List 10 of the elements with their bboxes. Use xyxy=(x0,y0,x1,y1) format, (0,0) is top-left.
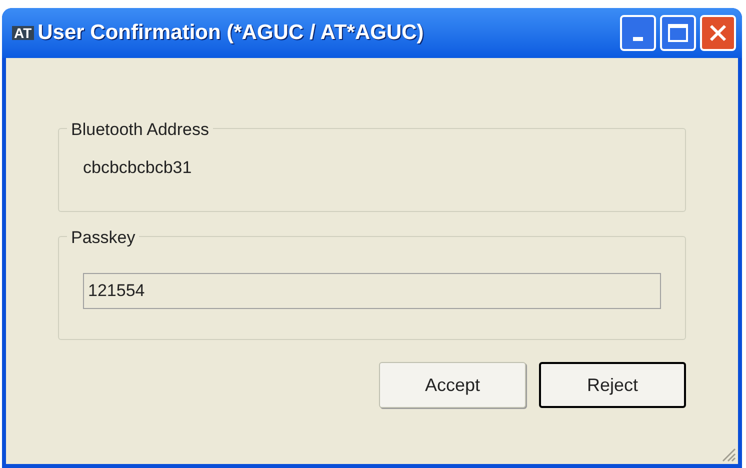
window-title: User Confirmation (*AGUC / AT*AGUC) xyxy=(38,20,424,46)
dialog-button[interactable]: Accept xyxy=(379,362,526,408)
dialog-button[interactable]: Reject xyxy=(539,362,686,408)
address-value: cbcbcbcbcb31 xyxy=(83,158,192,177)
minimize-button[interactable] xyxy=(620,15,656,51)
passkey-field[interactable]: 121554 xyxy=(83,273,661,309)
close-icon xyxy=(708,23,728,43)
close-button[interactable] xyxy=(700,15,736,51)
app-icon: AT xyxy=(12,26,34,40)
maximize-button[interactable] xyxy=(660,15,696,51)
